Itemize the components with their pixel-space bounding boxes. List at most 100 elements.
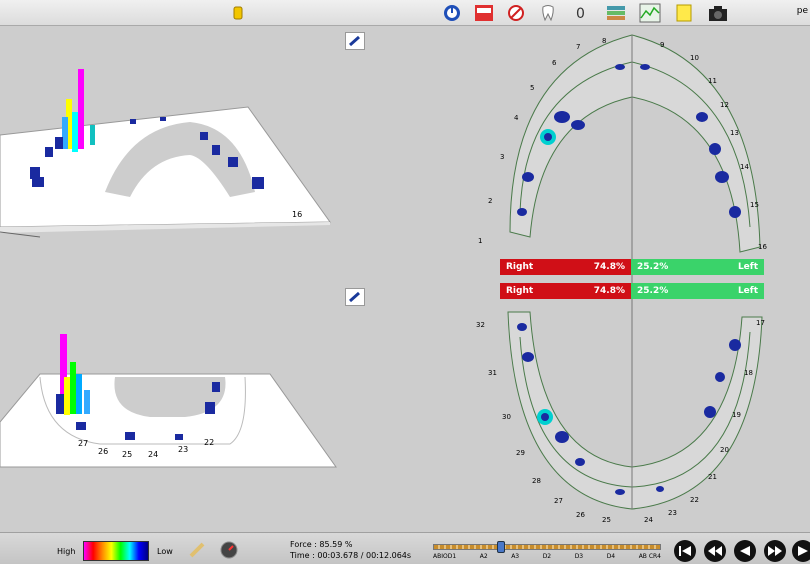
bar3d-bottom-tooth-label: 27	[78, 439, 88, 448]
force-balance-lower: Right 74.8% 25.2% Left	[500, 283, 764, 299]
bar3d-bottom-tooth-label: 24	[148, 450, 158, 459]
tooth-number: 5	[530, 84, 534, 92]
bar	[125, 432, 135, 440]
bar	[72, 112, 78, 152]
bar	[45, 147, 53, 157]
slider-tick-label: D3	[574, 553, 584, 560]
edit-view-button-top[interactable]	[345, 32, 365, 50]
tooth-number: 24	[644, 516, 653, 524]
force-readout: Force : 85.59 %	[290, 540, 353, 549]
balance-left-label: Left	[737, 286, 758, 296]
tooth-number: 2	[488, 197, 492, 205]
layers-icon[interactable]	[604, 1, 628, 25]
bar	[56, 394, 64, 414]
bar3d-chart-top: 16	[0, 69, 331, 238]
balance-left-pct: 25.2%	[637, 286, 669, 296]
tooth-number: 4	[514, 114, 519, 122]
tooth-number: 14	[740, 163, 749, 171]
bar	[84, 390, 90, 414]
time-readout: Time : 00:03.678 / 00:12.064s	[290, 551, 412, 560]
gauge-icon[interactable]	[219, 540, 239, 560]
tooth-number: 30	[502, 413, 511, 421]
balance-left-segment: 25.2% Left	[631, 283, 764, 299]
tooth-number: 31	[488, 369, 497, 377]
skip-to-start-button[interactable]	[674, 540, 696, 562]
timer-icon[interactable]	[440, 1, 464, 25]
tooth-number: 13	[730, 129, 739, 137]
fast-forward-button[interactable]	[764, 540, 786, 562]
tekscan-window: 0 pe 16 27 26 25 24 23 22 8 7 6 5 4 3 2 …	[0, 0, 810, 564]
graph-icon[interactable]	[638, 1, 662, 25]
bar	[90, 125, 95, 145]
bar	[200, 132, 208, 140]
bar	[160, 117, 166, 121]
tooth-number: 28	[532, 477, 541, 485]
tooth-number: 17	[756, 319, 765, 327]
bar3d-bottom-tooth-label: 23	[178, 445, 188, 454]
rewind-icon	[708, 546, 722, 556]
play-reverse-icon	[740, 546, 750, 556]
bar3d-pane-bottom: 27 26 25 24 23 22	[0, 282, 372, 532]
toolbar-right-label: pe	[796, 6, 808, 16]
arch-view: 8 7 6 5 4 3 2 1 9 10 11 12 13 14 15 16 3…	[476, 34, 767, 524]
slider-tick-label: A2	[479, 553, 488, 560]
bar	[78, 69, 84, 149]
tooth-number: 29	[516, 449, 525, 457]
camera-icon[interactable]	[706, 1, 730, 25]
tooth-number: 16	[758, 243, 767, 251]
bar3d-bottom-tooth-label: 22	[204, 438, 214, 447]
note-icon[interactable]	[672, 1, 696, 25]
playback-slider-thumb[interactable]	[497, 541, 506, 553]
balance-right-segment: Right 74.8%	[500, 259, 631, 275]
bar	[64, 377, 70, 415]
bar3d-chart-bottom: 27 26 25 24 23 22	[0, 334, 337, 468]
slider-tick-label: ABIOD1	[433, 553, 457, 560]
tooth-number: 19	[732, 411, 741, 419]
bar	[228, 157, 238, 167]
bar3d-top-tooth-label: 16	[292, 210, 302, 219]
zero-icon[interactable]: 0	[568, 1, 592, 25]
tooth-number: 6	[552, 59, 557, 67]
slider-tick-label: D4	[606, 553, 616, 560]
balance-left-pct: 25.2%	[637, 262, 669, 272]
edit-view-button-bottom[interactable]	[345, 288, 365, 306]
tooth-number: 32	[476, 321, 485, 329]
tooth-number: 1	[478, 237, 482, 245]
balance-right-label: Right	[506, 262, 534, 272]
balance-left-label: Left	[737, 262, 758, 272]
tooth-number: 8	[602, 37, 606, 45]
tooth-number: 20	[720, 446, 729, 454]
bar	[212, 145, 220, 155]
bar3d-bottom-tooth-label: 25	[122, 450, 132, 459]
play-button[interactable]	[792, 540, 810, 562]
bar3d-pane-top: 16	[0, 27, 372, 269]
tooth-number: 26	[576, 511, 585, 519]
arch-view-pane: 8 7 6 5 4 3 2 1 9 10 11 12 13 14 15 16 3…	[470, 27, 810, 532]
tooth-number: 27	[554, 497, 563, 505]
stop-icon[interactable]	[504, 1, 528, 25]
playback-slider[interactable]	[433, 544, 661, 550]
bar	[76, 422, 86, 430]
balance-right-segment: Right 74.8%	[500, 283, 631, 299]
pencil-tool-icon[interactable]	[188, 541, 206, 559]
bar	[55, 137, 63, 149]
tooth-number: 18	[744, 369, 753, 377]
rewind-button[interactable]	[704, 540, 726, 562]
tooth-number: 25	[602, 516, 611, 524]
svg-text:0: 0	[576, 6, 585, 22]
skip-start-icon	[679, 546, 691, 556]
play-reverse-button[interactable]	[734, 540, 756, 562]
tooth-number: 22	[690, 496, 699, 504]
hand-icon[interactable]	[226, 1, 250, 25]
bar	[175, 434, 183, 440]
olea-icon[interactable]	[472, 1, 496, 25]
bar3d-bottom-tooth-label: 26	[98, 447, 108, 456]
pencil-icon	[349, 291, 360, 303]
tooth-icon[interactable]	[536, 1, 560, 25]
pencil-icon	[349, 35, 360, 47]
bar	[212, 382, 220, 392]
balance-left-segment: 25.2% Left	[631, 259, 764, 275]
pane-divider	[0, 270, 372, 282]
bar	[32, 177, 44, 187]
bar	[130, 119, 136, 124]
